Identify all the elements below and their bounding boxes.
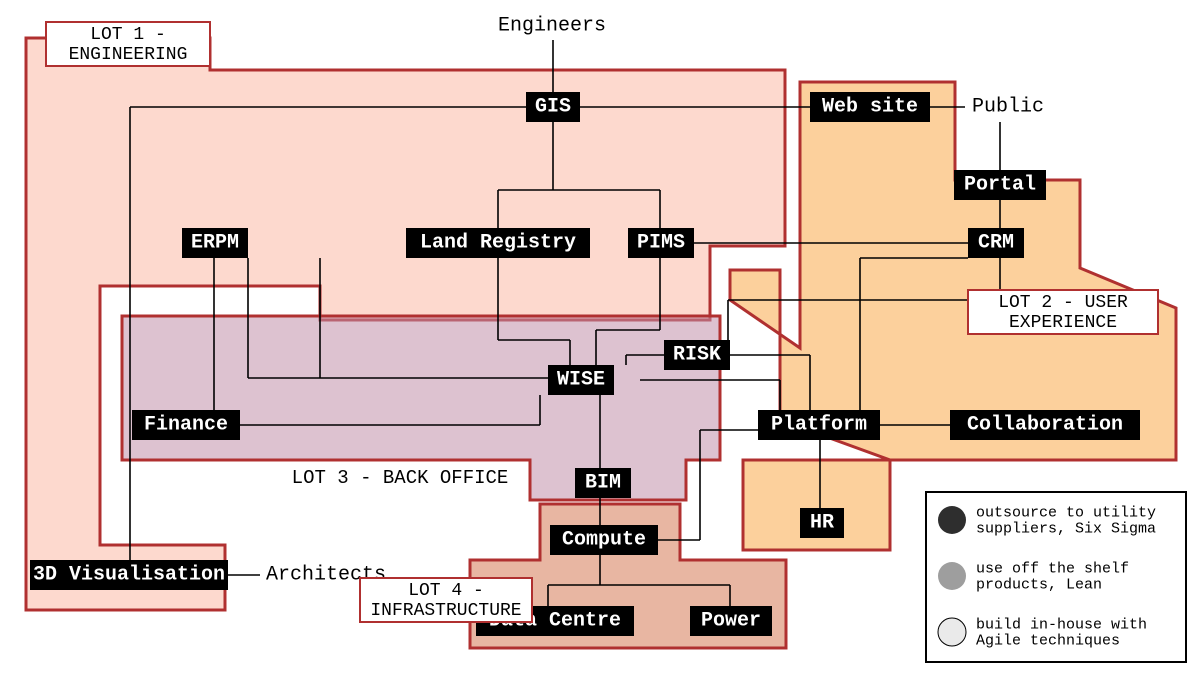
svg-text:use off the shelf: use off the shelf xyxy=(976,561,1129,578)
svg-text:Finance: Finance xyxy=(144,414,228,437)
svg-text:Compute: Compute xyxy=(562,529,646,552)
node-compute: Compute xyxy=(550,525,658,555)
svg-text:WISE: WISE xyxy=(557,369,605,392)
svg-text:GIS: GIS xyxy=(535,96,571,119)
node-risk: RISK xyxy=(664,340,730,370)
node-platform: Platform xyxy=(758,410,880,440)
svg-text:LOT 3 - BACK OFFICE: LOT 3 - BACK OFFICE xyxy=(292,467,509,489)
svg-text:BIM: BIM xyxy=(585,472,621,495)
svg-text:Agile techniques: Agile techniques xyxy=(976,633,1120,650)
diagram: GIS Web site Portal ERPM Land Registry P… xyxy=(0,0,1200,673)
node-bim: BIM xyxy=(575,468,631,498)
lot3-label: LOT 3 - BACK OFFICE xyxy=(292,467,509,489)
node-power: Power xyxy=(690,606,772,636)
node-pims: PIMS xyxy=(628,228,694,258)
node-collab: Collaboration xyxy=(950,410,1140,440)
node-portal: Portal xyxy=(954,170,1046,200)
svg-text:Power: Power xyxy=(701,610,761,633)
svg-text:CRM: CRM xyxy=(978,232,1014,255)
node-landreg: Land Registry xyxy=(406,228,590,258)
svg-text:outsource to utility: outsource to utility xyxy=(976,505,1156,522)
svg-text:ERPM: ERPM xyxy=(191,232,239,255)
svg-text:PIMS: PIMS xyxy=(637,232,685,255)
node-crm: CRM xyxy=(968,228,1024,258)
svg-text:Portal: Portal xyxy=(964,174,1036,197)
node-gis: GIS xyxy=(526,92,580,122)
svg-text:ENGINEERING: ENGINEERING xyxy=(69,45,188,65)
svg-text:3D Visualisation: 3D Visualisation xyxy=(33,564,225,587)
node-hr: HR xyxy=(800,508,844,538)
svg-text:RISK: RISK xyxy=(673,344,721,367)
svg-text:build in-house with: build in-house with xyxy=(976,617,1147,634)
svg-text:Collaboration: Collaboration xyxy=(967,414,1123,437)
svg-text:EXPERIENCE: EXPERIENCE xyxy=(1009,313,1117,333)
lot4-label: LOT 4 - INFRASTRUCTURE xyxy=(360,578,532,622)
node-erpm: ERPM xyxy=(182,228,248,258)
lot1-label: LOT 1 - ENGINEERING xyxy=(46,22,210,66)
svg-text:Land Registry: Land Registry xyxy=(420,232,576,255)
svg-text:INFRASTRUCTURE: INFRASTRUCTURE xyxy=(370,601,521,621)
svg-text:Platform: Platform xyxy=(771,414,867,437)
node-viz3d: 3D Visualisation xyxy=(30,560,228,590)
node-wise: WISE xyxy=(548,365,614,395)
node-finance: Finance xyxy=(132,410,240,440)
svg-text:LOT 2 - USER: LOT 2 - USER xyxy=(998,293,1128,313)
lot2-label: LOT 2 - USER EXPERIENCE xyxy=(968,290,1158,334)
svg-text:Web site: Web site xyxy=(822,96,918,119)
svg-text:products, Lean: products, Lean xyxy=(976,577,1102,594)
svg-text:HR: HR xyxy=(810,512,834,535)
legend: outsource to utility suppliers, Six Sigm… xyxy=(926,492,1186,662)
svg-text:suppliers, Six Sigma: suppliers, Six Sigma xyxy=(976,521,1156,538)
actor-engineers: Engineers xyxy=(498,15,606,38)
svg-text:LOT 1 -: LOT 1 - xyxy=(90,25,166,45)
svg-text:LOT 4 -: LOT 4 - xyxy=(408,581,484,601)
actor-public: Public xyxy=(972,96,1044,119)
node-website: Web site xyxy=(810,92,930,122)
